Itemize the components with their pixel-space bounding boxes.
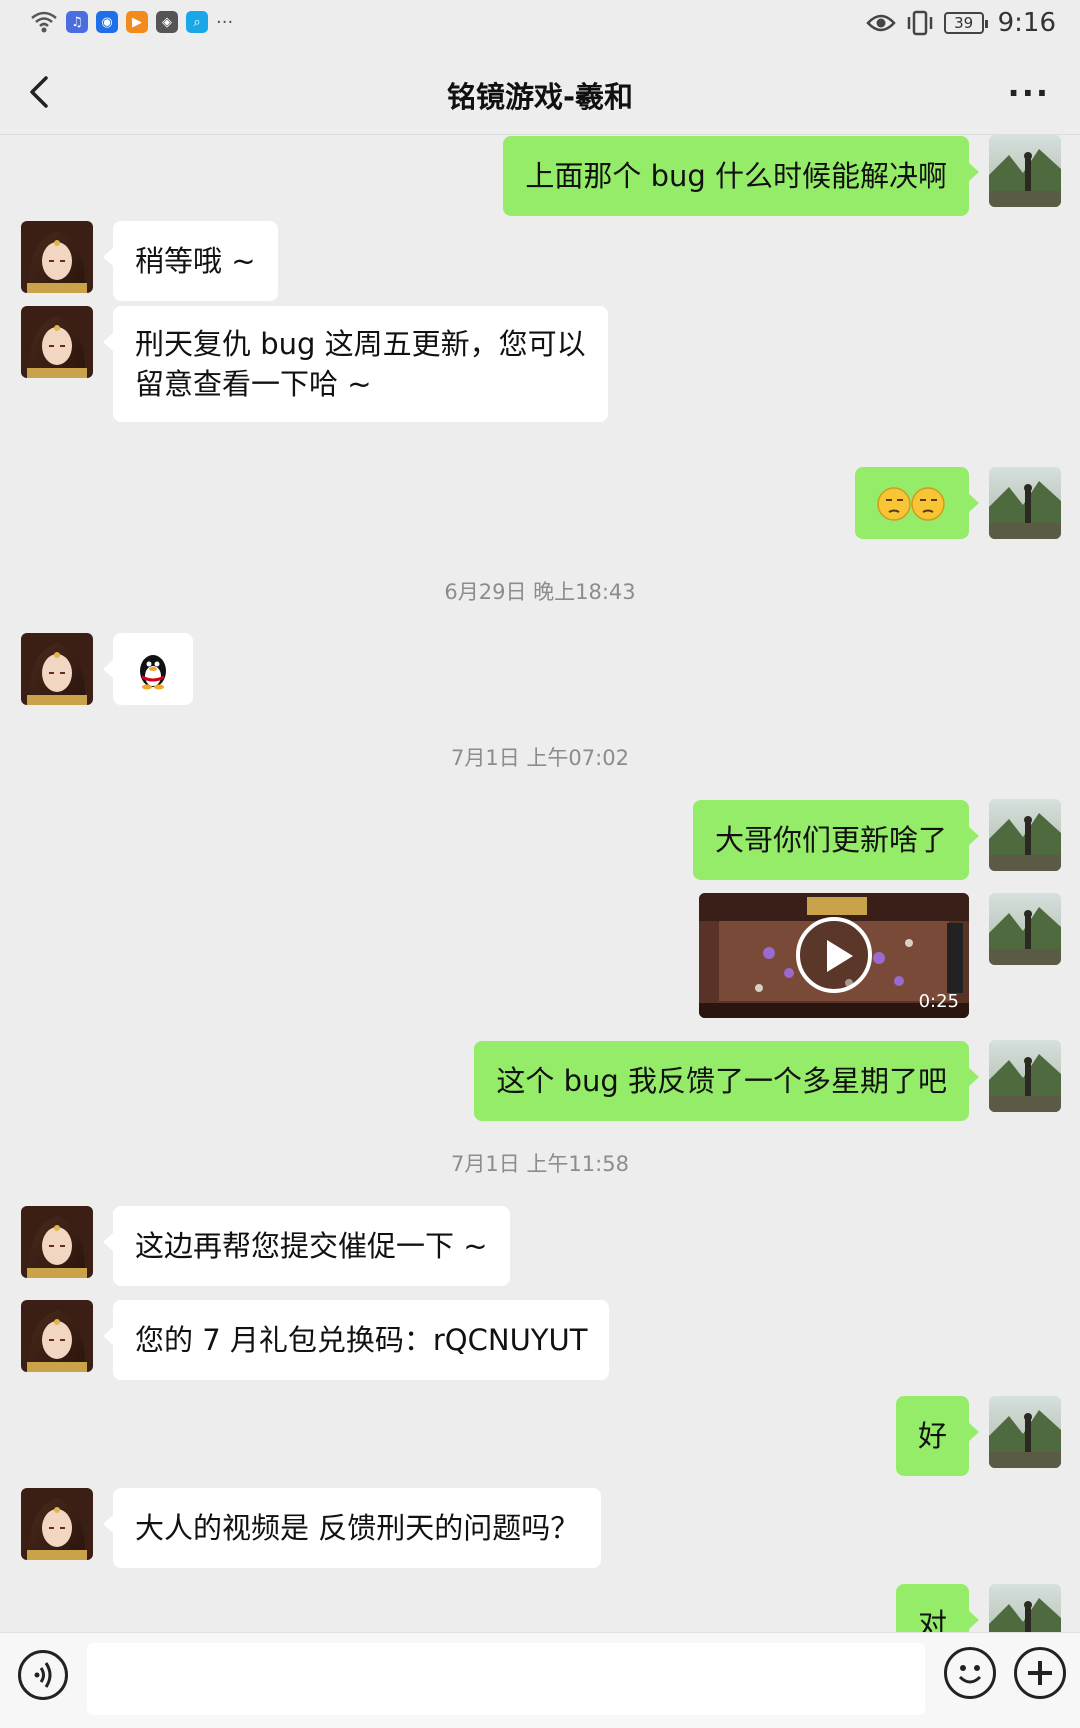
- avatar-self[interactable]: [989, 135, 1061, 207]
- battery-indicator: 39: [943, 12, 988, 34]
- timestamp: 6月29日 晚上18:43: [444, 580, 636, 604]
- message-bubble-outgoing[interactable]: 上面那个 bug 什么时候能解决啊: [503, 136, 979, 216]
- message-bubble-incoming[interactable]: 这边再帮您提交催促一下 ~: [103, 1206, 510, 1286]
- emoji-icon: [958, 1665, 982, 1684]
- avatar-self[interactable]: [989, 1584, 1061, 1632]
- chat-header: 铭镜游戏-羲和 ···: [0, 52, 1080, 132]
- message-line: 刑天复仇 bug 这周五更新，您可以: [135, 327, 586, 361]
- avatar-self[interactable]: [989, 467, 1061, 539]
- status-left-icons: ♫ ◉ ▶ ◈ ⌕ ···: [30, 10, 233, 34]
- more-notifications: ···: [216, 11, 234, 33]
- play-button[interactable]: [796, 917, 872, 993]
- status-bar: ♫ ◉ ▶ ◈ ⌕ ··· 39 9:16: [0, 0, 1080, 52]
- avatar-contact[interactable]: [21, 633, 93, 705]
- message-bubble-outgoing[interactable]: 对: [895, 1584, 980, 1632]
- vibrate-icon: [907, 10, 932, 36]
- emoji-button[interactable]: [944, 1647, 996, 1699]
- message-bubble-incoming[interactable]: 稍等哦 ~: [103, 221, 278, 301]
- message-list[interactable]: 上面那个 bug 什么时候能解决啊 稍等哦 ~ 刑天复仇 bug 这周五更新，您…: [0, 135, 1080, 1632]
- message-bubble-outgoing[interactable]: 这个 bug 我反馈了一个多星期了吧: [474, 1041, 979, 1121]
- message-bubble-incoming[interactable]: 您的 7 月礼包兑换码：rQCNUYUT: [102, 1300, 610, 1380]
- message-input[interactable]: [87, 1643, 925, 1715]
- message-line: 留意查看一下哈 ~: [135, 367, 372, 401]
- chat-title: 铭镜游戏-羲和: [446, 80, 634, 114]
- status-right: 39 9:16: [865, 8, 1056, 38]
- avatar-self[interactable]: [989, 1396, 1061, 1468]
- message-bubble-incoming[interactable]: 刑天复仇 bug 这周五更新，您可以 留意查看一下哈 ~: [103, 306, 608, 422]
- qq-penguin-sticker: [140, 655, 166, 690]
- clock: 9:16: [997, 8, 1056, 38]
- voice-icon: [34, 1662, 52, 1688]
- avatar-self[interactable]: [989, 1040, 1061, 1112]
- message-bubble-outgoing[interactable]: 大哥你们更新啥了: [692, 800, 980, 880]
- avatar-contact[interactable]: [21, 1300, 93, 1372]
- search-app-icon: ⌕: [186, 11, 208, 33]
- music-app-icon: ♫: [66, 11, 88, 33]
- timestamp: 7月1日 上午07:02: [451, 746, 629, 770]
- video-message[interactable]: 0:25: [699, 893, 969, 1018]
- camera-app-icon: ◈: [156, 11, 178, 33]
- wifi-icon: [31, 11, 57, 33]
- message-bubble-incoming[interactable]: [103, 633, 193, 705]
- avatar-contact[interactable]: [21, 1206, 93, 1278]
- more-options-button[interactable]: ···: [1008, 74, 1050, 112]
- voice-button[interactable]: [18, 1650, 68, 1700]
- thinking-emoji-icon: [877, 487, 945, 521]
- message-bubble-outgoing[interactable]: [855, 467, 979, 539]
- video-app-icon: ▶: [126, 11, 148, 33]
- timestamp: 7月1日 上午11:58: [451, 1152, 629, 1176]
- plus-button[interactable]: [1014, 1647, 1066, 1699]
- eye-icon: [865, 14, 896, 32]
- bulb-app-icon: ◉: [96, 11, 118, 33]
- input-bar: [0, 1632, 1080, 1728]
- avatar-contact[interactable]: [21, 306, 93, 378]
- message-bubble-outgoing[interactable]: 好: [895, 1396, 980, 1476]
- avatar-self[interactable]: [989, 799, 1061, 871]
- message-bubble-incoming[interactable]: 大人的视频是 反馈刑天的问题吗？: [102, 1488, 602, 1568]
- avatar-contact[interactable]: [21, 221, 93, 293]
- avatar-self[interactable]: [989, 893, 1061, 965]
- avatar-contact[interactable]: [21, 1488, 93, 1560]
- video-duration: 0:25: [918, 991, 959, 1012]
